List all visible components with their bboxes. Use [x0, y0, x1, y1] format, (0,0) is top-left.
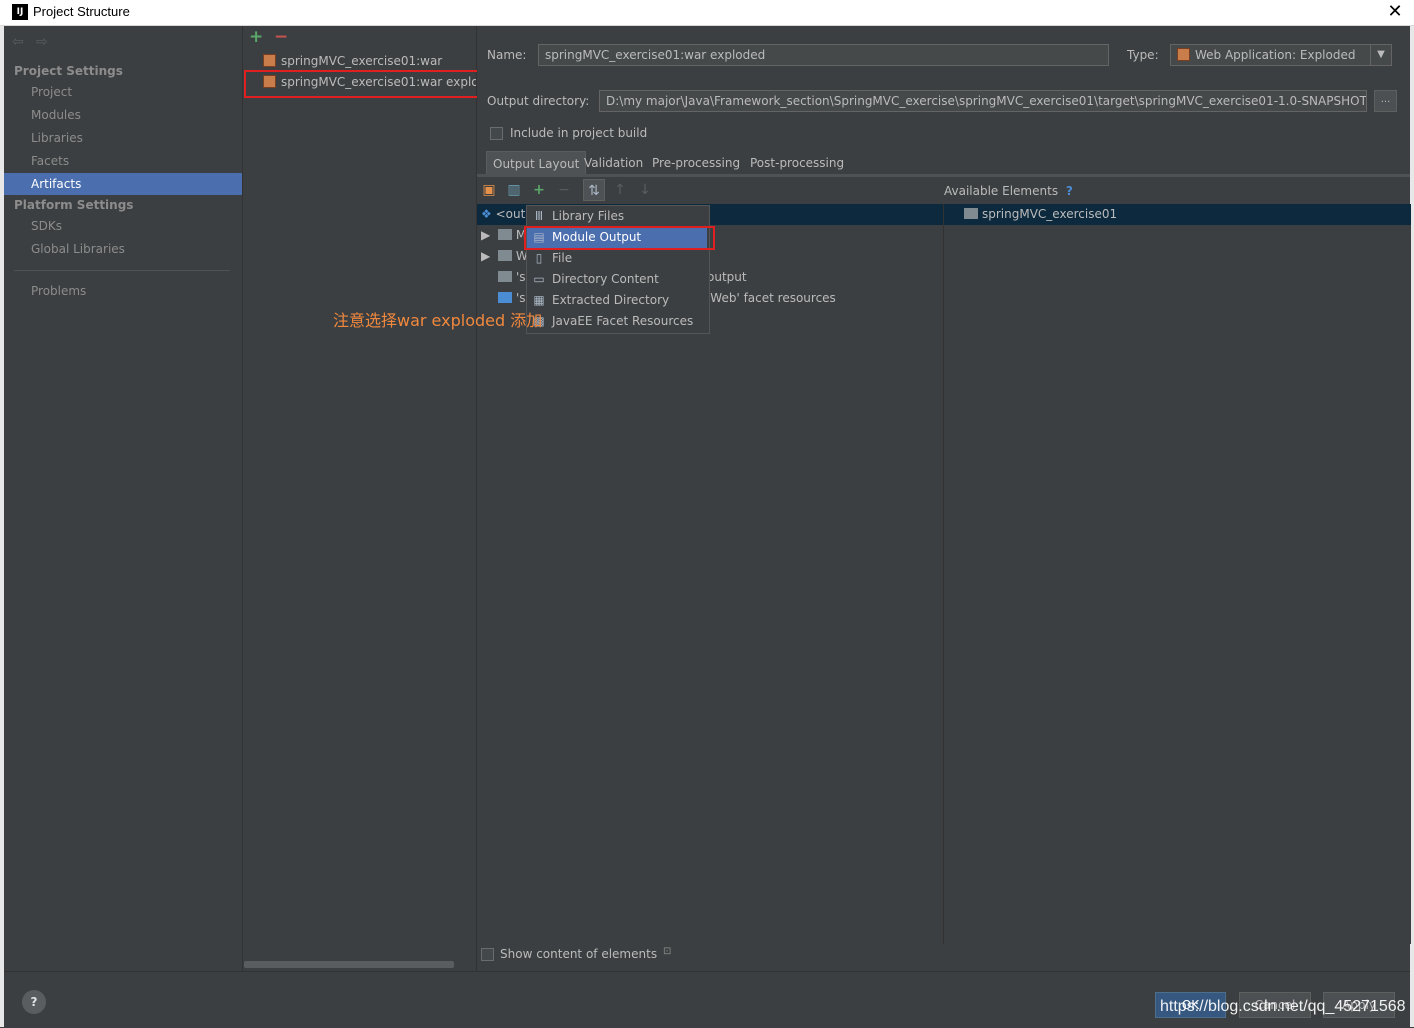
name-field[interactable]: springMVC_exercise01:war exploded — [538, 44, 1109, 66]
remove-icon[interactable]: − — [556, 182, 572, 198]
create-archive-icon[interactable]: ▥ — [506, 182, 522, 198]
module-output-icon — [498, 271, 512, 282]
available-item-label: springMVC_exercise01 — [982, 207, 1118, 221]
menu-item-label: Directory Content — [552, 272, 659, 286]
show-content-checkbox[interactable] — [481, 948, 494, 961]
artifact-item-war[interactable]: springMVC_exercise01:war — [243, 50, 476, 72]
artifact-editor: Name: springMVC_exercise01:war exploded … — [477, 26, 1411, 971]
artifact-label: springMVC_exercise01:war — [281, 54, 443, 68]
available-elements-panel: springMVC_exercise01 — [943, 204, 1411, 944]
move-up-icon[interactable]: ↑ — [612, 182, 628, 198]
settings-sidebar: ⇦ ⇨ Project Settings Project Modules Lib… — [4, 26, 243, 971]
show-content-label: Show content of elements — [500, 947, 658, 961]
sidebar-item-artifacts[interactable]: Artifacts — [4, 173, 242, 195]
type-value: Web Application: Exploded — [1195, 48, 1356, 62]
sidebar-item-facets[interactable]: Facets — [4, 150, 242, 172]
title-bar: IJ Project Structure ✕ — [0, 0, 1414, 26]
available-elements-label: Available Elements — [944, 184, 1059, 198]
intellij-logo-icon: IJ — [12, 4, 28, 20]
expand-arrow-icon: ▶ — [481, 228, 491, 242]
browse-button[interactable]: ... — [1374, 90, 1397, 112]
highlight-box-module-output — [524, 226, 715, 250]
folder-icon — [497, 229, 512, 240]
ellipsis-icon[interactable]: ⊡ — [663, 946, 671, 957]
add-element-popup-menu: Ⅲ Library Files ▤ Module Output ▯ File ▭ Dir… — [526, 205, 710, 334]
remove-artifact-button[interactable]: − — [274, 27, 288, 47]
expand-arrow-icon: ▶ — [481, 249, 491, 263]
tree-label-tail: output — [707, 270, 747, 284]
menu-item-label: File — [552, 251, 573, 265]
available-elements-header: Available Elements ? — [944, 184, 1073, 198]
add-copy-of-icon[interactable]: + — [531, 182, 547, 198]
tree-label-tail: 'Web' facet resources — [707, 291, 836, 305]
help-icon[interactable]: ? — [1066, 184, 1073, 198]
web-app-icon — [1177, 48, 1190, 61]
module-folder-icon — [964, 208, 978, 219]
output-directory-field[interactable]: D:\my major\Java\Framework_section\Sprin… — [599, 90, 1367, 112]
tab-underline — [477, 174, 1410, 177]
sidebar-item-problems[interactable]: Problems — [4, 280, 242, 302]
sidebar-item-libraries[interactable]: Libraries — [4, 127, 242, 149]
archive-icon: ▦ — [533, 293, 545, 307]
tree-label: <out — [495, 207, 526, 221]
sort-elements-icon[interactable]: ⇅ — [583, 179, 605, 201]
menu-item-label: JavaEE Facet Resources — [552, 314, 694, 328]
menu-item-file[interactable]: ▯ File — [527, 248, 707, 269]
project-settings-header: Project Settings — [14, 64, 123, 78]
forward-arrow-icon[interactable]: ⇨ — [36, 34, 48, 50]
close-button[interactable]: ✕ — [1383, 1, 1407, 23]
annotation-note: 注意选择war exploded 添加 — [333, 311, 543, 330]
create-directory-icon[interactable]: ▣ — [481, 182, 497, 198]
watermark-text: https://blog.csdn.net/qq_45271568 — [1160, 998, 1406, 1015]
type-select[interactable]: Web Application: Exploded ▼ — [1170, 44, 1392, 66]
name-label: Name: — [487, 48, 527, 62]
sidebar-item-project[interactable]: Project — [4, 81, 242, 103]
menu-item-label: Extracted Directory — [552, 293, 670, 307]
library-icon: Ⅲ — [534, 209, 544, 223]
chevron-down-icon: ▼ — [1370, 45, 1391, 65]
tab-pre-processing[interactable]: Pre-processing — [646, 151, 746, 175]
output-directory-label: Output directory: — [487, 94, 590, 108]
sidebar-item-sdks[interactable]: SDKs — [4, 215, 242, 237]
horizontal-scrollbar[interactable] — [244, 961, 454, 968]
output-root-icon: ❖ — [481, 207, 492, 221]
war-archive-icon — [263, 54, 276, 67]
help-button[interactable]: ? — [22, 990, 46, 1014]
tab-post-processing[interactable]: Post-processing — [744, 151, 850, 175]
file-icon: ▯ — [535, 251, 543, 265]
include-in-build-checkbox[interactable] — [490, 127, 503, 140]
sidebar-item-global-libraries[interactable]: Global Libraries — [4, 238, 242, 260]
folder-icon: ▭ — [533, 272, 545, 286]
available-item-module[interactable]: springMVC_exercise01 — [944, 204, 1411, 225]
platform-settings-header: Platform Settings — [14, 198, 134, 212]
move-down-icon[interactable]: ↓ — [637, 182, 653, 198]
back-arrow-icon[interactable]: ⇦ — [12, 34, 24, 50]
highlight-box-war-exploded — [244, 70, 500, 98]
tab-validation[interactable]: Validation — [578, 151, 649, 175]
type-label: Type: — [1127, 48, 1159, 62]
menu-item-directory-content[interactable]: ▭ Directory Content — [527, 269, 707, 290]
menu-item-library-files[interactable]: Ⅲ Library Files — [527, 206, 707, 227]
menu-item-extracted-directory[interactable]: ▦ Extracted Directory — [527, 290, 707, 311]
artifacts-list-panel: + − springMVC_exercise01:war springMVC_e… — [243, 26, 477, 971]
window-title: Project Structure — [33, 4, 130, 19]
sidebar-item-modules[interactable]: Modules — [4, 104, 242, 126]
menu-item-javaee-facet-resources[interactable]: ▩ JavaEE Facet Resources — [527, 311, 707, 332]
add-artifact-button[interactable]: + — [249, 27, 263, 47]
web-facet-icon — [498, 292, 512, 303]
folder-icon — [497, 250, 512, 261]
include-in-build-label: Include in project build — [510, 126, 648, 140]
sidebar-divider — [14, 270, 230, 271]
menu-item-label: Library Files — [552, 209, 625, 223]
